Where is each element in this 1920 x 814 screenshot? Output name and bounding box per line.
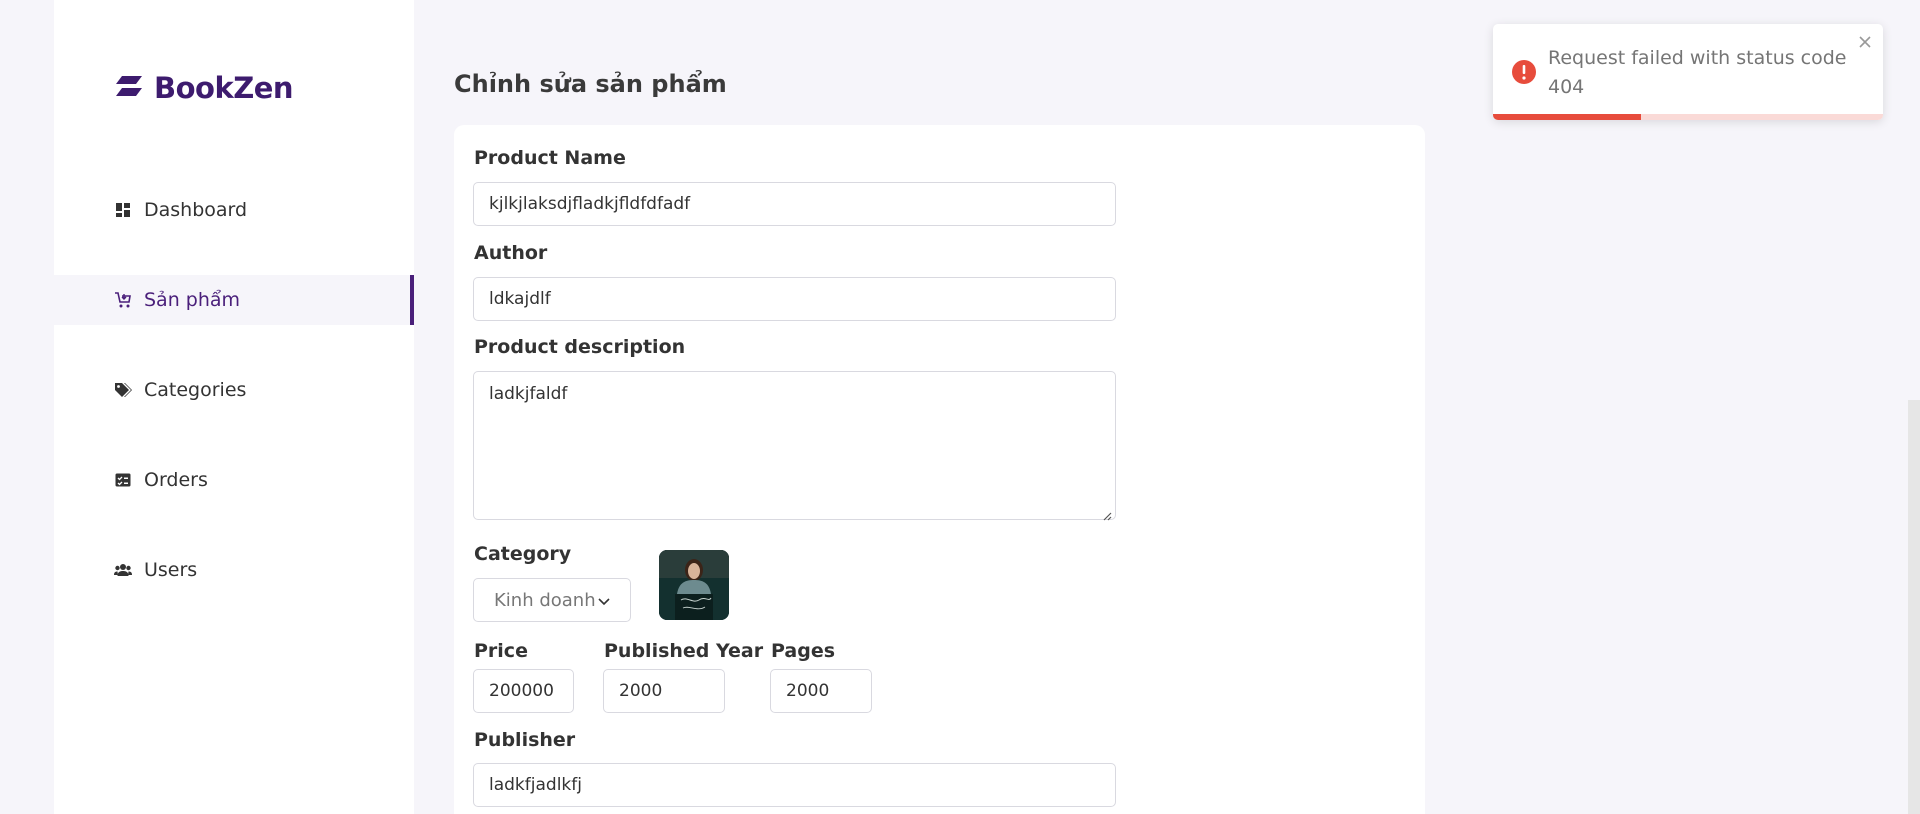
author-input[interactable]: ldkajdlf: [473, 277, 1116, 321]
pages-input[interactable]: 2000: [770, 669, 872, 713]
sidebar-item-label: Categories: [144, 379, 247, 401]
brand-logo[interactable]: BookZen: [114, 70, 294, 106]
sidebar-item-label: Orders: [144, 469, 208, 491]
description-label: Product description: [474, 336, 686, 358]
author-label: Author: [474, 242, 548, 264]
toast-progress-bar: [1493, 114, 1642, 120]
close-icon[interactable]: [1857, 34, 1873, 50]
orders-icon: [114, 471, 132, 489]
sidebar-item-dashboard[interactable]: Dashboard: [54, 185, 414, 235]
sidebar-nav: Dashboard Sản phẩm Categories Orders Use…: [54, 185, 414, 635]
page-scrollbar[interactable]: [1908, 400, 1920, 814]
publisher-input[interactable]: ladkfjadlkfj: [473, 763, 1116, 807]
brand-name: BookZen: [154, 71, 294, 105]
description-textarea[interactable]: ladkjfaldf: [473, 371, 1116, 521]
category-select[interactable]: Kinh doanh: [473, 578, 631, 622]
edit-product-form: Product Name kjlkjlaksdjfladkjfldfdfadf …: [454, 125, 1425, 814]
tags-icon: [114, 381, 132, 399]
publisher-label: Publisher: [474, 729, 576, 751]
sidebar-item-users[interactable]: Users: [54, 545, 414, 595]
pages-label: Pages: [771, 640, 836, 662]
published-year-input[interactable]: 2000: [603, 669, 725, 713]
sidebar-item-categories[interactable]: Categories: [54, 365, 414, 415]
bookzen-logo-icon: [114, 75, 144, 102]
published-year-label: Published Year: [604, 640, 764, 662]
description-text: ladkjfaldf: [489, 384, 568, 404]
toast-message: Request failed with status code 404: [1548, 47, 1847, 98]
error-toast: Request failed with status code 404: [1493, 24, 1883, 120]
sidebar-item-san-pham[interactable]: Sản phẩm: [54, 275, 414, 325]
cart-icon: [114, 291, 132, 309]
sidebar-item-label: Users: [144, 559, 198, 581]
error-icon: [1511, 59, 1537, 85]
chevron-down-icon: [598, 590, 610, 611]
dashboard-icon: [114, 201, 132, 219]
sidebar-item-orders[interactable]: Orders: [54, 455, 414, 505]
page-title: Chỉnh sửa sản phẩm: [454, 70, 727, 98]
price-input[interactable]: 200000: [473, 669, 574, 713]
price-label: Price: [474, 640, 528, 662]
product-cover-image: [659, 550, 729, 620]
sidebar-item-label: Dashboard: [144, 199, 248, 221]
category-label: Category: [474, 543, 572, 565]
sidebar: BookZen Dashboard Sản phẩm Categories Or…: [54, 0, 414, 814]
product-name-input[interactable]: kjlkjlaksdjfladkjfldfdfadf: [473, 182, 1116, 226]
category-selected-value: Kinh doanh: [494, 589, 596, 611]
users-icon: [114, 561, 132, 579]
product-name-label: Product Name: [474, 147, 626, 169]
sidebar-item-label: Sản phẩm: [144, 289, 241, 311]
resize-handle-icon[interactable]: [1102, 506, 1112, 521]
